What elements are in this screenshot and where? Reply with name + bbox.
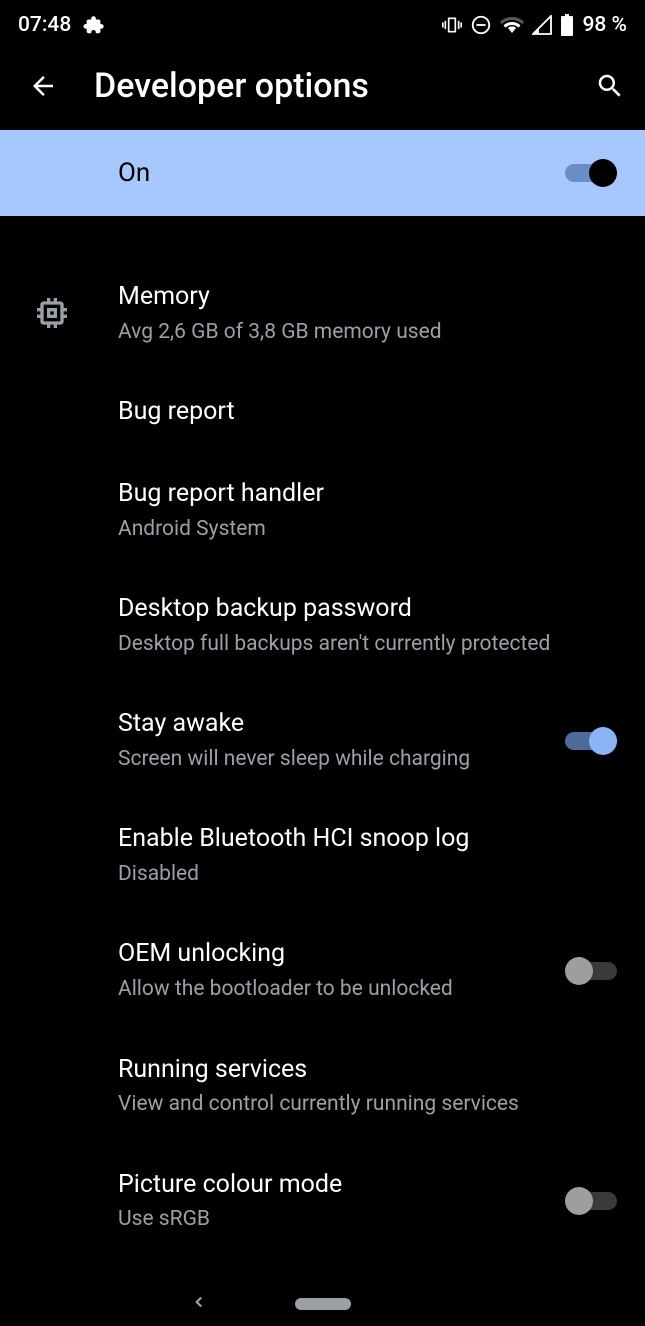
page-title: Developer options bbox=[94, 66, 559, 106]
row-title: Bug report bbox=[118, 395, 601, 429]
row-stay-awake[interactable]: Stay awake Screen will never sleep while… bbox=[0, 683, 645, 798]
status-bar: 07:48 98 % bbox=[0, 0, 645, 42]
settings-list: Memory Avg 2,6 GB of 3,8 GB memory used … bbox=[0, 216, 645, 1245]
row-title: Desktop backup password bbox=[118, 592, 601, 626]
row-running-services[interactable]: Running services View and control curren… bbox=[0, 1029, 645, 1144]
battery-icon bbox=[560, 14, 574, 36]
memory-icon bbox=[32, 293, 72, 337]
row-title: Running services bbox=[118, 1053, 601, 1087]
master-toggle-label: On bbox=[118, 158, 545, 188]
back-button[interactable] bbox=[28, 71, 58, 101]
row-bluetooth-hci-snoop[interactable]: Enable Bluetooth HCI snoop log Disabled bbox=[0, 798, 645, 913]
master-toggle-switch[interactable] bbox=[565, 158, 617, 188]
row-title: Memory bbox=[118, 280, 601, 314]
row-bug-report[interactable]: Bug report bbox=[0, 371, 645, 453]
dnd-icon bbox=[470, 14, 492, 36]
stay-awake-switch[interactable] bbox=[565, 726, 617, 756]
row-subtitle: Allow the bootloader to be unlocked bbox=[118, 971, 541, 1004]
signal-icon bbox=[532, 15, 552, 35]
row-subtitle: View and control currently running servi… bbox=[118, 1086, 601, 1119]
row-subtitle: Screen will never sleep while charging bbox=[118, 741, 541, 774]
row-subtitle: Use sRGB bbox=[118, 1201, 541, 1234]
row-title: Picture colour mode bbox=[118, 1168, 541, 1202]
row-subtitle: Avg 2,6 GB of 3,8 GB memory used bbox=[118, 314, 601, 347]
oem-unlocking-switch[interactable] bbox=[565, 956, 617, 986]
wifi-icon bbox=[500, 15, 524, 35]
row-subtitle: Desktop full backups aren't currently pr… bbox=[118, 626, 601, 659]
row-title: OEM unlocking bbox=[118, 937, 541, 971]
navigation-bar bbox=[0, 1282, 645, 1326]
nav-back-icon[interactable] bbox=[190, 1292, 208, 1317]
search-button[interactable] bbox=[595, 71, 625, 101]
status-time: 07:48 bbox=[18, 13, 71, 37]
picture-colour-mode-switch[interactable] bbox=[565, 1186, 617, 1216]
battery-percent: 98 % bbox=[582, 13, 627, 37]
row-title: Stay awake bbox=[118, 707, 541, 741]
row-memory[interactable]: Memory Avg 2,6 GB of 3,8 GB memory used bbox=[0, 256, 645, 371]
row-desktop-backup-password[interactable]: Desktop backup password Desktop full bac… bbox=[0, 568, 645, 683]
row-title: Enable Bluetooth HCI snoop log bbox=[118, 822, 601, 856]
row-title: Bug report handler bbox=[118, 477, 601, 511]
app-bar: Developer options bbox=[0, 42, 645, 130]
row-bug-report-handler[interactable]: Bug report handler Android System bbox=[0, 453, 645, 568]
nav-home-pill[interactable] bbox=[295, 1298, 351, 1310]
row-oem-unlocking[interactable]: OEM unlocking Allow the bootloader to be… bbox=[0, 913, 645, 1028]
vibrate-icon bbox=[442, 15, 462, 35]
puzzle-icon bbox=[83, 14, 105, 36]
row-subtitle: Android System bbox=[118, 511, 601, 544]
row-subtitle: Disabled bbox=[118, 856, 601, 889]
row-picture-colour-mode[interactable]: Picture colour mode Use sRGB bbox=[0, 1144, 645, 1245]
master-toggle-row[interactable]: On bbox=[0, 130, 645, 216]
